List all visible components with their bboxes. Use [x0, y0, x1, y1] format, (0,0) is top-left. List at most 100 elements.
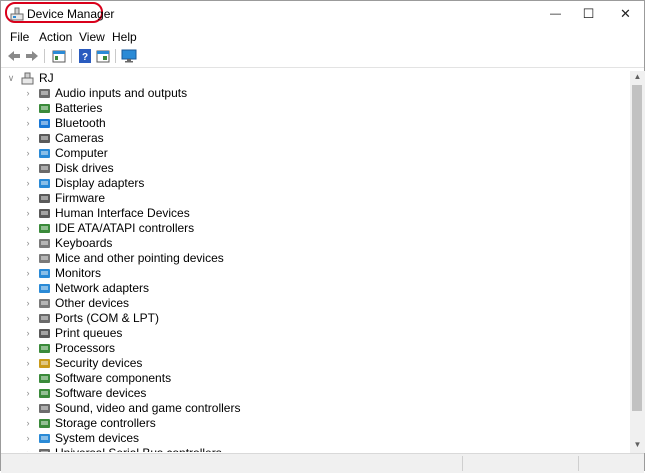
expand-chevron-icon[interactable]: ›: [23, 161, 33, 176]
tree-item[interactable]: › Mice and other pointing devices: [1, 251, 621, 266]
collapse-chevron-icon[interactable]: ∨: [6, 71, 16, 86]
tree-item[interactable]: › Monitors: [1, 266, 621, 281]
expand-chevron-icon[interactable]: ›: [23, 446, 33, 452]
tree-item[interactable]: › IDE ATA/ATAPI controllers: [1, 221, 621, 236]
expand-chevron-icon[interactable]: ›: [23, 206, 33, 221]
scroll-down-icon[interactable]: ▼: [630, 439, 645, 451]
properties-button[interactable]: [51, 48, 67, 64]
printer-icon: [39, 329, 50, 338]
expand-chevron-icon[interactable]: ›: [23, 236, 33, 251]
tree-item-label: Storage controllers: [55, 416, 156, 430]
scan-hardware-button[interactable]: [121, 48, 137, 64]
hid-icon: [39, 209, 50, 218]
storage-controller-icon: [39, 419, 50, 428]
tree-item[interactable]: › Software devices: [1, 386, 621, 401]
menu-view[interactable]: View: [79, 30, 105, 44]
software-device-icon: [39, 389, 50, 398]
port-icon: [39, 314, 50, 323]
expand-chevron-icon[interactable]: ›: [23, 266, 33, 281]
expand-chevron-icon[interactable]: ›: [23, 341, 33, 356]
expand-chevron-icon[interactable]: ›: [23, 131, 33, 146]
tree-item[interactable]: › Ports (COM & LPT): [1, 311, 621, 326]
tree-item[interactable]: › Network adapters: [1, 281, 621, 296]
toolbar: ?: [1, 45, 644, 68]
tree-item-label: Processors: [55, 341, 116, 355]
expand-chevron-icon[interactable]: ›: [23, 191, 33, 206]
expand-chevron-icon[interactable]: ›: [23, 356, 33, 371]
tree-item-label: Human Interface Devices: [55, 206, 190, 220]
expand-chevron-icon[interactable]: ›: [23, 146, 33, 161]
expand-chevron-icon[interactable]: ›: [23, 281, 33, 296]
system-devices-icon: [39, 434, 50, 443]
tree-item[interactable]: › Computer: [1, 146, 621, 161]
expand-chevron-icon[interactable]: ›: [23, 371, 33, 386]
tree-item-label: Display adapters: [55, 176, 145, 190]
expand-chevron-icon[interactable]: ›: [23, 386, 33, 401]
menu-help[interactable]: Help: [112, 30, 137, 44]
scrollbar-thumb[interactable]: [632, 85, 642, 411]
tree-item[interactable]: › Batteries: [1, 101, 621, 116]
usb-controller-icon: [39, 449, 50, 452]
expand-chevron-icon[interactable]: ›: [23, 221, 33, 236]
tree-item[interactable]: › Processors: [1, 341, 621, 356]
tree-item[interactable]: › Sound, video and game controllers: [1, 401, 621, 416]
tree-item-label: Bluetooth: [55, 116, 106, 130]
tree-item-label: Keyboards: [55, 236, 113, 250]
help-button[interactable]: ?: [77, 48, 93, 64]
forward-icon: [26, 51, 38, 61]
tree-item[interactable]: › Bluetooth: [1, 116, 621, 131]
close-icon: ✕: [620, 6, 631, 21]
tree-item-label: Security devices: [55, 356, 143, 370]
back-button[interactable]: [6, 48, 22, 64]
expand-chevron-icon[interactable]: ›: [23, 251, 33, 266]
menu-action[interactable]: Action: [39, 30, 72, 44]
tree-item[interactable]: › System devices: [1, 431, 621, 446]
tree-item-label: Firmware: [55, 191, 105, 205]
close-button[interactable]: ✕: [603, 1, 647, 27]
expand-chevron-icon[interactable]: ›: [23, 431, 33, 446]
tree-item-label: Mice and other pointing devices: [55, 251, 224, 265]
expand-chevron-icon[interactable]: ›: [23, 176, 33, 191]
forward-button[interactable]: [24, 48, 40, 64]
sound-controller-icon: [39, 404, 50, 413]
toolbar-separator: [44, 49, 45, 63]
scroll-up-icon[interactable]: ▲: [630, 71, 645, 83]
tree-item[interactable]: › Cameras: [1, 131, 621, 146]
menu-file[interactable]: File: [10, 30, 29, 44]
tree-item[interactable]: › Security devices: [1, 356, 621, 371]
tree-item[interactable]: › Disk drives: [1, 161, 621, 176]
svg-text:?: ?: [82, 52, 88, 63]
update-driver-button[interactable]: [95, 48, 111, 64]
other-devices-icon: [39, 299, 50, 308]
vertical-scrollbar[interactable]: ▲ ▼: [630, 71, 645, 453]
tree-item-label: Print queues: [55, 326, 123, 340]
tree-item[interactable]: › Universal Serial Bus controllers: [1, 446, 621, 452]
device-manager-window: Device Manager — ☐ ✕ File Action View He…: [0, 0, 647, 473]
expand-chevron-icon[interactable]: ›: [23, 86, 33, 101]
toolbar-separator: [71, 49, 72, 63]
tree-item-label: Sound, video and game controllers: [55, 401, 241, 415]
tree-item[interactable]: › Keyboards: [1, 236, 621, 251]
expand-chevron-icon[interactable]: ›: [23, 416, 33, 431]
tree-item[interactable]: › Software components: [1, 371, 621, 386]
tree-item[interactable]: › Audio inputs and outputs: [1, 86, 621, 101]
expand-chevron-icon[interactable]: ›: [23, 116, 33, 131]
window-title: Device Manager: [27, 7, 115, 21]
minimize-icon: —: [550, 8, 561, 20]
tree-item[interactable]: › Firmware: [1, 191, 621, 206]
expand-chevron-icon[interactable]: ›: [23, 326, 33, 341]
tree-item[interactable]: › Human Interface Devices: [1, 206, 621, 221]
tree-item-label: Other devices: [55, 296, 130, 310]
software-component-icon: [39, 374, 50, 383]
tree-root[interactable]: ∨ RJ: [1, 71, 621, 86]
expand-chevron-icon[interactable]: ›: [23, 101, 33, 116]
expand-chevron-icon[interactable]: ›: [23, 401, 33, 416]
tree-item[interactable]: › Display adapters: [1, 176, 621, 191]
tree-item[interactable]: › Print queues: [1, 326, 621, 341]
device-manager-icon: [10, 7, 24, 21]
root-label: RJ: [39, 71, 54, 85]
tree-item[interactable]: › Other devices: [1, 296, 621, 311]
tree-item[interactable]: › Storage controllers: [1, 416, 621, 431]
expand-chevron-icon[interactable]: ›: [23, 296, 33, 311]
expand-chevron-icon[interactable]: ›: [23, 311, 33, 326]
